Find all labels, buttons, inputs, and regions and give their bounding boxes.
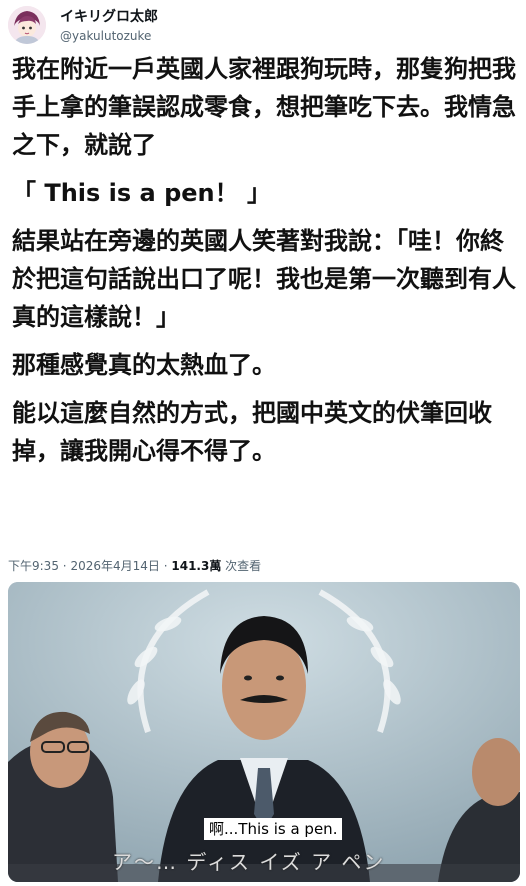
tweet-paragraph: 我在附近一戶英國人家裡跟狗玩時，那隻狗把我手上拿的筆誤認成零食，想把筆吃下去。我… (12, 55, 516, 159)
tweet-text: 我在附近一戶英國人家裡跟狗玩時，那隻狗把我手上拿的筆誤認成零食，想把筆吃下去。我… (12, 50, 518, 470)
tweet-time[interactable]: 下午9:35 (8, 559, 59, 573)
tweet-paragraph: 那種感覺真的太熱血了。 (12, 351, 276, 379)
video-subtitle: 啊...This is a pen. (204, 818, 343, 840)
author-display-name[interactable]: イキリグロ太郎 (60, 8, 158, 26)
views-label: 次查看 (225, 559, 262, 573)
tweet-paragraph: 能以這麼自然的方式，把國中英文的伏筆回收掉，讓我開心得不得了。 (12, 399, 492, 465)
tweet-meta: 下午9:35 · 2026年4月14日 · 141.3萬 次查看 (8, 558, 261, 574)
meta-separator: · (163, 559, 168, 573)
tweet-date[interactable]: 2026年4月14日 (70, 559, 159, 573)
avatar-illustration (8, 6, 46, 44)
tweet-paragraph: 結果站在旁邊的英國人笑著對我說：「哇！你終於把這句話說出口了呢！我也是第一次聽到… (12, 227, 516, 331)
video-japanese-caption: ア〜… ディス イズ ア ペン (112, 850, 386, 874)
avatar[interactable] (8, 6, 46, 44)
author-handle[interactable]: @yakulutozuke (60, 28, 158, 44)
meta-separator: · (62, 559, 67, 573)
tweet-paragraph: 「 This is a pen！ 」 (12, 179, 271, 207)
tweet-media-image[interactable]: 啊...This is a pen. ア〜… ディス イズ ア ペン (8, 582, 520, 882)
views-count: 141.3萬 (171, 559, 222, 573)
tweet-header: イキリグロ太郎 @yakulutozuke (8, 6, 518, 48)
